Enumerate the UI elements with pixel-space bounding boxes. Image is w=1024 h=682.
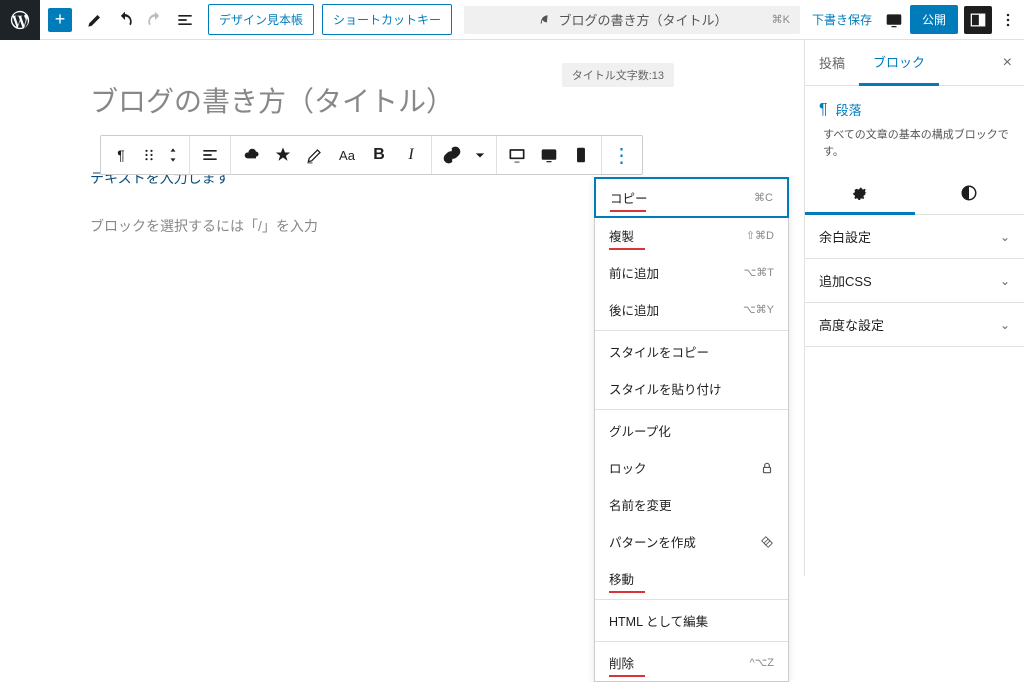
block-description: すべての文章の基本の構成ブロックです。	[819, 127, 1010, 160]
highlight-icon[interactable]	[299, 136, 331, 174]
lock-icon	[760, 461, 774, 475]
device-mobile-icon[interactable]	[565, 136, 597, 174]
chevron-down-icon: ⌄	[1000, 274, 1010, 288]
preview-icon[interactable]	[880, 6, 908, 34]
save-draft-button[interactable]: 下書き保存	[812, 11, 872, 28]
settings-sidebar: 投稿 ブロック × ¶段落 すべての文章の基本の構成ブロックです。 余白設定⌄ …	[804, 40, 1024, 576]
device-tablet-icon[interactable]	[533, 136, 565, 174]
menu-add-before[interactable]: 前に追加⌥⌘T	[595, 254, 788, 291]
close-sidebar-icon[interactable]: ×	[999, 50, 1016, 76]
menu-create-pattern[interactable]: パターンを作成	[595, 523, 788, 560]
options-icon[interactable]	[994, 6, 1022, 34]
block-options-menu: コピー⌘C 複製⇧⌘D 前に追加⌥⌘T 後に追加⌥⌘Y スタイルをコピー スタイ…	[594, 177, 789, 682]
add-block-button[interactable]: +	[48, 8, 72, 32]
command-shortcut: ⌘K	[772, 13, 790, 26]
outline-icon[interactable]	[170, 0, 200, 40]
menu-edit-html[interactable]: HTML として編集	[595, 602, 788, 639]
styles-tab-icon[interactable]	[915, 174, 1024, 214]
drag-handle-icon[interactable]	[137, 136, 161, 174]
menu-group[interactable]: グループ化	[595, 412, 788, 449]
device-desktop-icon[interactable]	[501, 136, 533, 174]
edit-icon[interactable]	[80, 0, 110, 40]
star-icon[interactable]	[267, 136, 299, 174]
link-icon[interactable]	[436, 136, 468, 174]
title-char-count: タイトル文字数:13	[562, 63, 674, 87]
redo-icon[interactable]	[140, 0, 170, 40]
italic-icon[interactable]: I	[395, 136, 427, 174]
design-sample-button[interactable]: デザイン見本帳	[208, 4, 314, 35]
sidebar-toggle-icon[interactable]	[964, 6, 992, 34]
align-icon[interactable]	[194, 136, 226, 174]
block-toolbar: ¶ Aa B I ⋮	[100, 135, 643, 175]
menu-copy-style[interactable]: スタイルをコピー	[595, 333, 788, 370]
tab-post[interactable]: 投稿	[805, 41, 859, 84]
panel-advanced[interactable]: 高度な設定⌄	[805, 303, 1024, 347]
chevron-down-icon: ⌄	[1000, 230, 1010, 244]
menu-copy[interactable]: コピー⌘C	[594, 177, 789, 218]
menu-lock[interactable]: ロック	[595, 449, 788, 486]
cloud-icon[interactable]	[235, 136, 267, 174]
pattern-icon	[760, 535, 774, 549]
undo-icon[interactable]	[110, 0, 140, 40]
top-toolbar: + デザイン見本帳 ショートカットキー ブログの書き方（タイトル） ⌘K 下書き…	[0, 0, 1024, 40]
move-arrows-icon[interactable]	[161, 136, 185, 174]
document-title-bar[interactable]: ブログの書き方（タイトル） ⌘K	[464, 6, 800, 34]
chevron-down-icon[interactable]	[468, 136, 492, 174]
publish-button[interactable]: 公開	[910, 5, 958, 34]
tab-block[interactable]: ブロック	[859, 40, 939, 86]
more-options-icon[interactable]: ⋮	[606, 136, 638, 174]
wordpress-logo[interactable]	[0, 0, 40, 40]
menu-duplicate[interactable]: 複製⇧⌘D	[595, 217, 788, 254]
editor-canvas: タイトル文字数:13 ブログの書き方（タイトル） テキストを入力します ブロック…	[0, 40, 804, 576]
menu-delete[interactable]: 削除^⌥Z	[595, 644, 788, 681]
menu-paste-style[interactable]: スタイルを貼り付け	[595, 370, 788, 407]
shortcut-key-button[interactable]: ショートカットキー	[322, 4, 452, 35]
font-size-icon[interactable]: Aa	[331, 136, 363, 174]
chevron-down-icon: ⌄	[1000, 318, 1010, 332]
panel-additional-css[interactable]: 追加CSS⌄	[805, 259, 1024, 303]
paragraph-type-icon[interactable]: ¶	[105, 136, 137, 174]
block-type-label: ¶段落	[819, 100, 1010, 119]
menu-add-after[interactable]: 後に追加⌥⌘Y	[595, 291, 788, 328]
feather-icon	[536, 13, 550, 27]
bold-icon[interactable]: B	[363, 136, 395, 174]
menu-rename[interactable]: 名前を変更	[595, 486, 788, 523]
menu-move[interactable]: 移動	[595, 560, 788, 597]
settings-tab-icon[interactable]	[805, 174, 915, 215]
panel-margin[interactable]: 余白設定⌄	[805, 215, 1024, 259]
